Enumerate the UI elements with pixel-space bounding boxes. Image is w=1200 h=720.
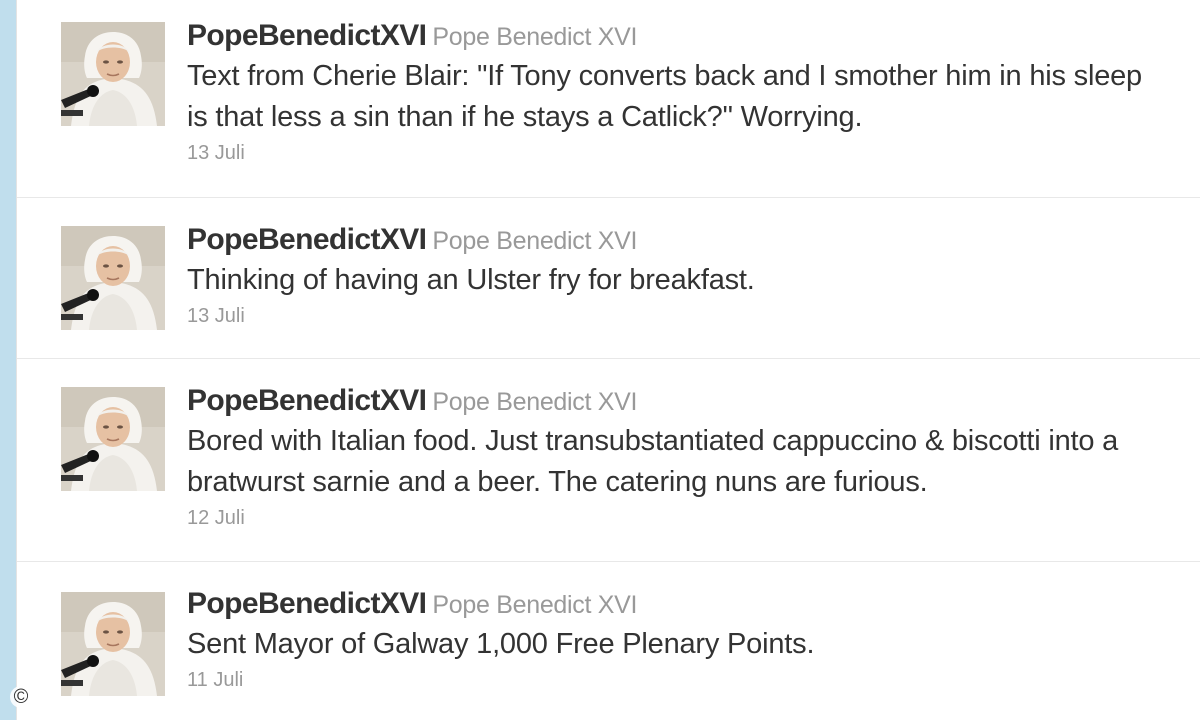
tweet-text: Text from Cherie Blair: "If Tony convert… [187,60,1142,133]
screen-name[interactable]: PopeBenedictXVI [187,384,427,417]
tweet-item[interactable]: PopeBenedictXVI Pope Benedict XVI Text fr… [17,0,1200,198]
avatar[interactable] [61,226,165,330]
avatar-image [61,387,165,491]
screen-name[interactable]: PopeBenedictXVI [187,587,427,620]
timestamp[interactable]: 12 Juli [187,505,1161,531]
avatar[interactable] [61,592,165,696]
tweet-timeline: PopeBenedictXVI Pope Benedict XVI Text fr… [16,0,1200,720]
avatar[interactable] [61,387,165,491]
full-name[interactable]: Pope Benedict XVI [432,388,637,416]
timestamp[interactable]: 13 Juli [187,303,1161,329]
avatar-image [61,22,165,126]
copyright-watermark: © [10,686,32,708]
tweet-item[interactable]: PopeBenedictXVI Pope Benedict XVI Thinkin… [17,198,1200,359]
full-name[interactable]: Pope Benedict XVI [432,227,637,255]
tweet-item[interactable]: PopeBenedictXVI Pope Benedict XVI Sent Ma… [17,562,1200,720]
tweet-item[interactable]: PopeBenedictXVI Pope Benedict XVI Bored w… [17,359,1200,562]
timestamp[interactable]: 13 Juli [187,140,1161,166]
avatar-image [61,592,165,696]
avatar-image [61,226,165,330]
tweet-text: Bored with Italian food. Just transubsta… [187,425,1119,498]
avatar[interactable] [61,22,165,126]
timestamp[interactable]: 11 Juli [187,667,1161,693]
full-name[interactable]: Pope Benedict XVI [432,591,637,619]
screen-name[interactable]: PopeBenedictXVI [187,19,427,52]
tweet-text: Sent Mayor of Galway 1,000 Free Plenary … [187,628,815,660]
tweet-text: Thinking of having an Ulster fry for bre… [187,264,755,296]
screen-name[interactable]: PopeBenedictXVI [187,223,427,256]
full-name[interactable]: Pope Benedict XVI [432,23,637,51]
